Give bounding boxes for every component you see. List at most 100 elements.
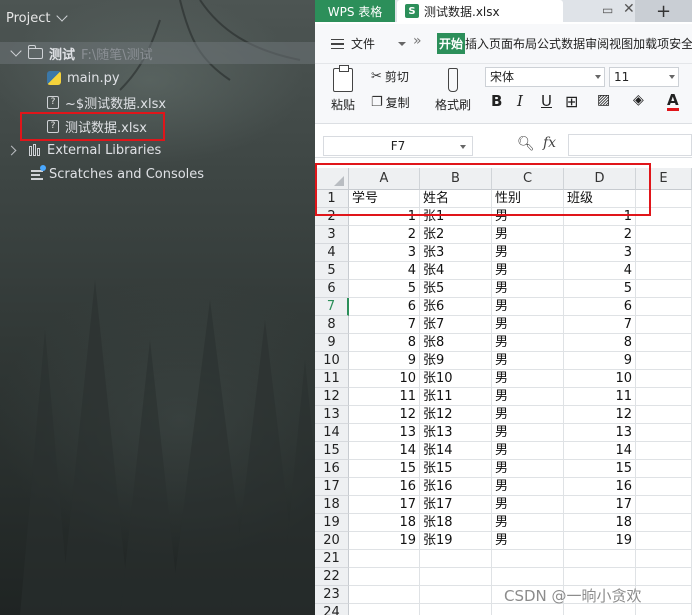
cell[interactable]: 张5: [420, 280, 492, 298]
tree-item-main-py[interactable]: main.py: [47, 67, 120, 89]
cell[interactable]: 男: [492, 334, 564, 352]
cell[interactable]: [636, 334, 692, 352]
paste-button[interactable]: 粘贴: [327, 65, 359, 113]
cell[interactable]: [349, 568, 420, 586]
cell[interactable]: [636, 442, 692, 460]
cell[interactable]: 男: [492, 532, 564, 550]
cell[interactable]: [636, 244, 692, 262]
tab-home[interactable]: 开始: [437, 33, 466, 54]
cell[interactable]: 2: [564, 226, 636, 244]
cell[interactable]: [636, 388, 692, 406]
menu-file[interactable]: 文件: [351, 35, 375, 52]
row-header[interactable]: 10: [315, 352, 349, 370]
cell[interactable]: 10: [349, 370, 420, 388]
cell[interactable]: [636, 550, 692, 568]
cell[interactable]: 男: [492, 514, 564, 532]
cell[interactable]: [636, 514, 692, 532]
cell[interactable]: 11: [564, 388, 636, 406]
row-header[interactable]: 23: [315, 586, 349, 604]
row-header[interactable]: 3: [315, 226, 349, 244]
format-painter-button[interactable]: 格式刷: [433, 68, 473, 113]
cell[interactable]: 男: [492, 244, 564, 262]
cell[interactable]: 张3: [420, 244, 492, 262]
cell[interactable]: [636, 352, 692, 370]
row-header[interactable]: 19: [315, 514, 349, 532]
cell[interactable]: 男: [492, 298, 564, 316]
cell[interactable]: 16: [349, 478, 420, 496]
fill-color-icon[interactable]: ◈: [633, 92, 644, 108]
cell[interactable]: [420, 586, 492, 604]
row-header[interactable]: 16: [315, 460, 349, 478]
cell[interactable]: 男: [492, 352, 564, 370]
cell[interactable]: 14: [564, 442, 636, 460]
cell[interactable]: [492, 568, 564, 586]
cell[interactable]: 张7: [420, 316, 492, 334]
row-header[interactable]: 4: [315, 244, 349, 262]
cell[interactable]: 男: [492, 280, 564, 298]
cell[interactable]: 10: [564, 370, 636, 388]
row-header[interactable]: 17: [315, 478, 349, 496]
cell[interactable]: 17: [349, 496, 420, 514]
cell[interactable]: 张13: [420, 424, 492, 442]
cell[interactable]: 张11: [420, 388, 492, 406]
cell[interactable]: 张9: [420, 352, 492, 370]
menu-more[interactable]: »: [413, 33, 422, 49]
close-icon[interactable]: ✕: [623, 1, 635, 17]
cell[interactable]: 张17: [420, 496, 492, 514]
cell[interactable]: [636, 406, 692, 424]
cell[interactable]: 19: [349, 532, 420, 550]
cell[interactable]: 张19: [420, 532, 492, 550]
project-header[interactable]: Project: [6, 8, 69, 28]
bold-button[interactable]: B: [491, 92, 502, 110]
cell[interactable]: 张16: [420, 478, 492, 496]
cell[interactable]: 男: [492, 478, 564, 496]
cell[interactable]: 张15: [420, 460, 492, 478]
cell[interactable]: [636, 298, 692, 316]
cell[interactable]: 男: [492, 406, 564, 424]
cell[interactable]: [636, 568, 692, 586]
cell[interactable]: 4: [349, 262, 420, 280]
cell[interactable]: [349, 604, 420, 615]
tab-document[interactable]: S 测试数据.xlsx: [397, 0, 563, 22]
cell[interactable]: 张18: [420, 514, 492, 532]
new-tab-button[interactable]: +: [635, 0, 692, 22]
cell[interactable]: [636, 262, 692, 280]
monitor-icon[interactable]: ▭: [602, 3, 613, 17]
tree-item-project-root[interactable]: 测试 F:\随笔\测试: [0, 42, 315, 64]
cell[interactable]: 3: [349, 244, 420, 262]
cell[interactable]: 13: [564, 424, 636, 442]
row-header[interactable]: 14: [315, 424, 349, 442]
cell[interactable]: 男: [492, 442, 564, 460]
underline-button[interactable]: U: [541, 92, 552, 110]
cell[interactable]: 19: [564, 532, 636, 550]
cell[interactable]: 张6: [420, 298, 492, 316]
cell[interactable]: [636, 316, 692, 334]
cell[interactable]: 11: [349, 388, 420, 406]
cell[interactable]: 男: [492, 316, 564, 334]
tree-item-temp-xlsx[interactable]: ? ~$测试数据.xlsx: [47, 91, 166, 113]
cell[interactable]: 7: [564, 316, 636, 334]
cell[interactable]: 6: [349, 298, 420, 316]
tab-page-layout[interactable]: 页面布局: [489, 33, 537, 54]
row-header[interactable]: 9: [315, 334, 349, 352]
cell[interactable]: [420, 604, 492, 615]
cell[interactable]: 男: [492, 496, 564, 514]
cell[interactable]: 12: [349, 406, 420, 424]
zoom-icon[interactable]: 🔍︎: [517, 136, 535, 152]
cell[interactable]: [636, 532, 692, 550]
tab-formulas[interactable]: 公式: [537, 33, 561, 54]
cell[interactable]: 15: [349, 460, 420, 478]
cell[interactable]: [420, 568, 492, 586]
cell[interactable]: 15: [564, 460, 636, 478]
cell[interactable]: 张12: [420, 406, 492, 424]
row-header[interactable]: 20: [315, 532, 349, 550]
cell-style-icon[interactable]: ▨: [597, 92, 610, 108]
font-size-select[interactable]: 11: [609, 67, 679, 87]
cell[interactable]: 男: [492, 424, 564, 442]
cell[interactable]: 4: [564, 262, 636, 280]
tab-view[interactable]: 视图: [609, 33, 633, 54]
row-header[interactable]: 8: [315, 316, 349, 334]
tab-data[interactable]: 数据: [561, 33, 585, 54]
row-header[interactable]: 7: [315, 298, 349, 316]
cell[interactable]: 8: [564, 334, 636, 352]
